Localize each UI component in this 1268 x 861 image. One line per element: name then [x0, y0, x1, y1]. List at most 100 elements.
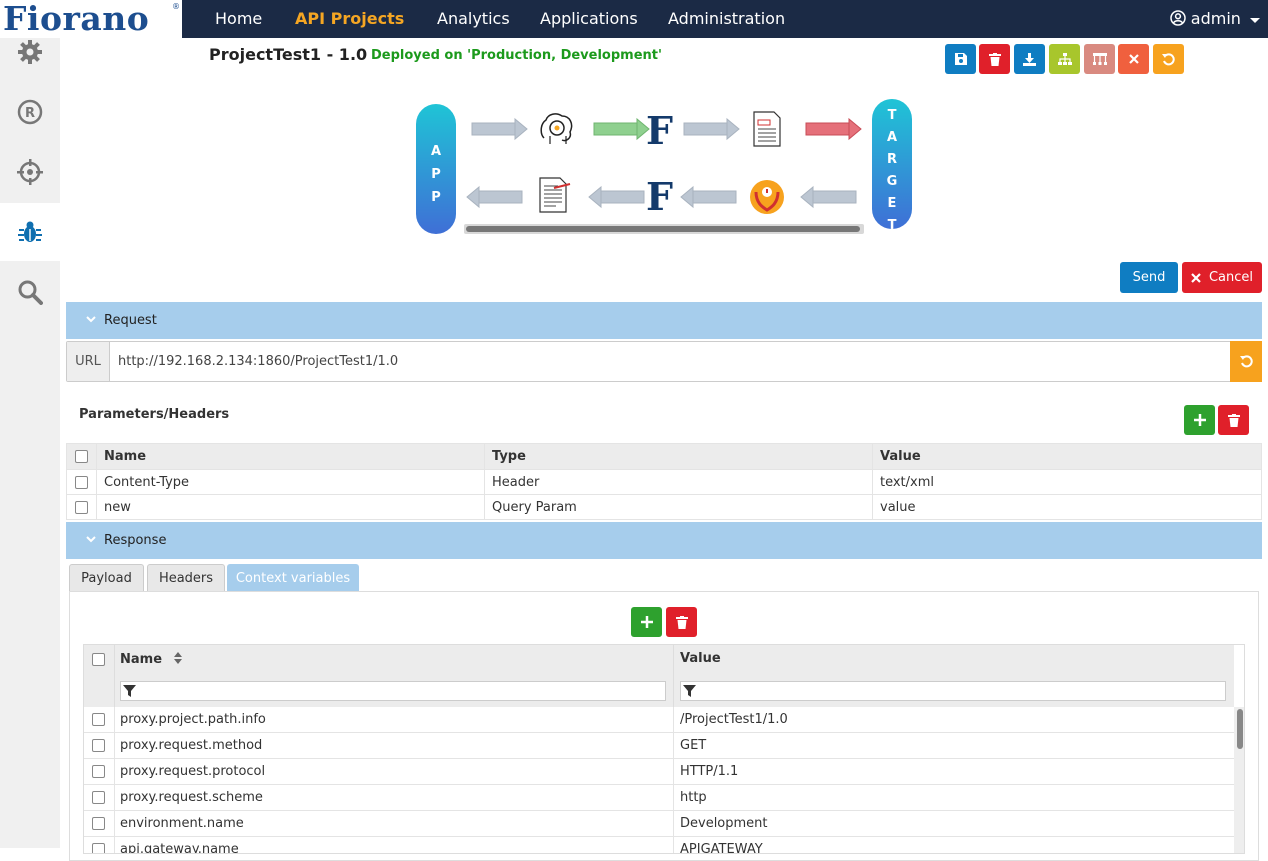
- var-value[interactable]: APIGATEWAY: [680, 837, 763, 853]
- rail-registry[interactable]: R: [0, 83, 60, 141]
- table-row[interactable]: proxy.request.protocol HTTP/1.1: [84, 759, 1234, 785]
- request-section-header[interactable]: Request: [66, 302, 1262, 339]
- row-checkbox[interactable]: [92, 817, 105, 830]
- context-variables-table: Name Value proxy.project.path.info/Proje…: [83, 644, 1245, 854]
- row-checkbox[interactable]: [92, 791, 105, 804]
- nav-applications[interactable]: Applications: [540, 0, 638, 38]
- row-checkbox[interactable]: [92, 739, 105, 752]
- table-row[interactable]: proxy.project.path.info/ProjectTest1/1.0: [84, 707, 1234, 733]
- tab-context-variables[interactable]: Context variables: [227, 564, 359, 592]
- table-row[interactable]: proxy.request.method GET: [84, 733, 1234, 759]
- rail-search[interactable]: [0, 263, 60, 321]
- rail-target[interactable]: [0, 143, 60, 201]
- col-type: Type: [484, 443, 873, 470]
- nav-administration[interactable]: Administration: [668, 0, 785, 38]
- value-filter-input[interactable]: [680, 681, 1226, 701]
- var-name[interactable]: proxy.request.scheme: [120, 785, 263, 810]
- target-endpoint[interactable]: T A R G E T: [872, 99, 912, 229]
- target-icon: [17, 159, 43, 185]
- delete-variable-button[interactable]: [666, 607, 697, 637]
- vertical-scrollbar[interactable]: [1234, 707, 1244, 853]
- user-menu[interactable]: admin: [1169, 0, 1260, 38]
- table-row[interactable]: environment.name Development: [84, 811, 1234, 837]
- tab-headers[interactable]: Headers: [147, 564, 225, 592]
- fiorano-response-policy-icon[interactable]: F: [646, 174, 673, 219]
- var-name[interactable]: proxy.request.protocol: [120, 759, 265, 784]
- ctx-table-header: Name Value: [84, 645, 1234, 707]
- app-endpoint[interactable]: A P P: [416, 104, 456, 234]
- flow-arrow-request-4: [805, 117, 862, 141]
- sort-icon[interactable]: [173, 651, 183, 665]
- table-row[interactable]: api.gateway.name APIGATEWAY: [84, 837, 1234, 853]
- table-row[interactable]: proxy.request.scheme http: [84, 785, 1234, 811]
- add-param-button[interactable]: [1184, 405, 1215, 435]
- param-value[interactable]: value: [872, 494, 1262, 520]
- row-checkbox[interactable]: [75, 475, 88, 489]
- filter-icon: [123, 685, 136, 697]
- nav-api-projects[interactable]: API Projects: [295, 0, 404, 38]
- structure-button[interactable]: [1049, 44, 1080, 74]
- select-all-checkbox[interactable]: [92, 653, 105, 666]
- var-value[interactable]: http: [680, 785, 707, 810]
- download-button[interactable]: [1014, 44, 1045, 74]
- url-reset-button[interactable]: [1230, 341, 1262, 382]
- param-type[interactable]: Query Param: [484, 494, 873, 520]
- row-checkbox[interactable]: [92, 843, 105, 853]
- var-value[interactable]: GET: [680, 733, 706, 758]
- var-value[interactable]: HTTP/1.1: [680, 759, 738, 784]
- var-name[interactable]: api.gateway.name: [120, 837, 239, 853]
- add-variable-button[interactable]: [631, 607, 662, 637]
- fault-handler-icon[interactable]: [750, 180, 784, 214]
- var-value[interactable]: /ProjectTest1/1.0: [680, 707, 788, 732]
- nav-home[interactable]: Home: [215, 0, 262, 38]
- send-button[interactable]: Send: [1120, 262, 1178, 293]
- cancel-label: Cancel: [1208, 270, 1254, 285]
- variables-document-icon[interactable]: [753, 111, 781, 147]
- var-name[interactable]: proxy.project.path.info: [120, 707, 266, 732]
- undo-button[interactable]: [1153, 44, 1184, 74]
- var-value[interactable]: Development: [680, 811, 768, 836]
- nav-analytics[interactable]: Analytics: [437, 0, 510, 38]
- save-button[interactable]: [945, 44, 976, 74]
- col-name: Name: [96, 443, 485, 470]
- name-filter-input[interactable]: [120, 681, 666, 701]
- trash-icon: [675, 615, 688, 629]
- var-name[interactable]: proxy.request.method: [120, 733, 262, 758]
- response-section-header[interactable]: Response: [66, 522, 1262, 559]
- param-name[interactable]: new: [96, 494, 485, 520]
- param-type[interactable]: Header: [484, 469, 873, 495]
- rail-debug[interactable]: [0, 203, 60, 261]
- response-document-icon[interactable]: [539, 177, 571, 213]
- url-input[interactable]: [111, 342, 1231, 381]
- fiorano-policy-icon[interactable]: F: [646, 108, 673, 153]
- rail-settings[interactable]: [0, 23, 60, 81]
- close-project-button[interactable]: [1118, 44, 1149, 74]
- flow-horizontal-scrollbar[interactable]: [464, 224, 864, 234]
- row-checkbox[interactable]: [92, 713, 105, 726]
- col-name[interactable]: Name: [120, 651, 183, 667]
- scrollbar-thumb[interactable]: [466, 226, 860, 232]
- svg-text:R: R: [25, 106, 35, 121]
- scrollbar-thumb[interactable]: [1237, 709, 1243, 749]
- hierarchy-button[interactable]: [1084, 44, 1115, 74]
- row-checkbox[interactable]: [75, 500, 88, 514]
- var-name[interactable]: environment.name: [120, 811, 244, 836]
- flow-arrow-response-3: [588, 185, 645, 209]
- tab-payload[interactable]: Payload: [69, 564, 144, 592]
- config-policy-icon[interactable]: [540, 113, 573, 144]
- trash-icon: [988, 52, 1001, 66]
- request-section-label: Request: [104, 313, 157, 328]
- plus-icon: [640, 616, 653, 628]
- row-select-cell: [66, 494, 97, 520]
- delete-project-button[interactable]: [979, 44, 1010, 74]
- hierarchy-icon: [1092, 53, 1107, 65]
- delete-param-button[interactable]: [1218, 405, 1249, 435]
- table-row[interactable]: Content-Type Header text/xml: [66, 469, 1262, 495]
- svg-text:F: F: [646, 174, 673, 219]
- row-checkbox[interactable]: [92, 765, 105, 778]
- param-value[interactable]: text/xml: [872, 469, 1262, 495]
- table-row[interactable]: new Query Param value: [66, 494, 1262, 520]
- select-all-checkbox[interactable]: [75, 450, 88, 463]
- param-name[interactable]: Content-Type: [96, 469, 485, 495]
- cancel-button[interactable]: Cancel: [1182, 262, 1262, 293]
